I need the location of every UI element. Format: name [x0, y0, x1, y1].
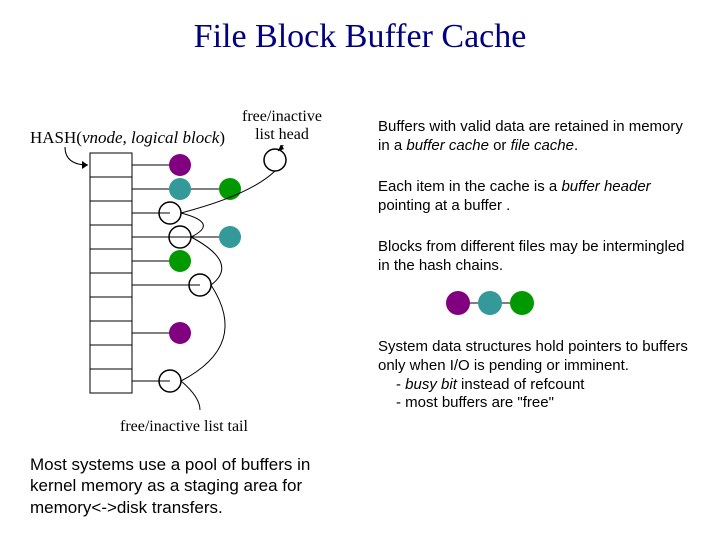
- free-list-head-label: free/inactivelist head: [232, 108, 332, 143]
- free-list-tail-label: free/inactive list tail: [120, 418, 248, 436]
- color-legend-balls: [440, 288, 550, 318]
- para-pool-of-buffers: Most systems use a pool of buffers in ke…: [30, 454, 350, 518]
- para-buffer-cache: Buffers with valid data are retained in …: [378, 118, 698, 156]
- para-system-pointers: System data structures hold pointers to …: [378, 338, 698, 413]
- para-buffer-header: Each item in the cache is a buffer heade…: [378, 178, 698, 216]
- page-title: File Block Buffer Cache: [0, 0, 720, 56]
- hash-diagram: [30, 145, 360, 425]
- para-intermingled: Blocks from different files may be inter…: [378, 238, 698, 276]
